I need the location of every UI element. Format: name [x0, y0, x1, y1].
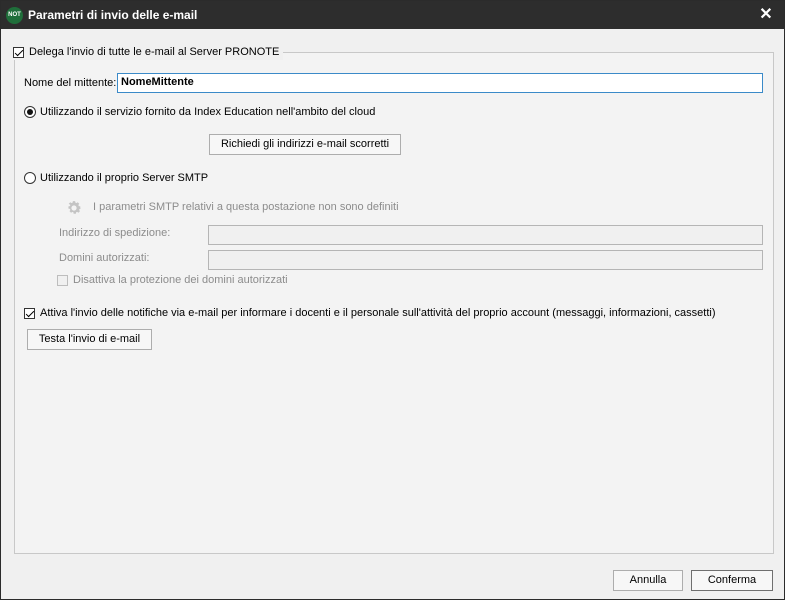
smtp-info-text: I parametri SMTP relativi a questa posta…: [93, 201, 399, 213]
delegate-label: Delega l'invio di tutte le e-mail al Ser…: [29, 46, 280, 58]
window-title: Parametri di invio delle e-mail: [28, 8, 198, 22]
notifications-row[interactable]: Attiva l'invio delle notifiche via e-mai…: [24, 307, 716, 319]
cancel-button[interactable]: Annulla: [613, 570, 683, 591]
sender-name-label: Nome del mittente:: [24, 77, 117, 89]
title-bar: NOT Parametri di invio delle e-mail ✕: [1, 1, 784, 29]
notifications-label: Attiva l'invio delle notifiche via e-mai…: [40, 307, 716, 319]
close-icon[interactable]: ✕: [756, 5, 776, 25]
disable-protection-label: Disattiva la protezione dei domini autor…: [73, 274, 288, 286]
delegate-checkbox-row[interactable]: Delega l'invio di tutte le e-mail al Ser…: [13, 44, 284, 60]
smtp-option-row[interactable]: Utilizzando il proprio Server SMTP: [24, 172, 208, 184]
app-logo-icon: NOT: [6, 7, 23, 24]
smtp-option-label: Utilizzando il proprio Server SMTP: [40, 172, 209, 184]
delegate-groupbox: [14, 52, 774, 554]
cloud-radio[interactable]: [24, 106, 36, 118]
smtp-radio[interactable]: [24, 172, 36, 184]
gear-icon: [68, 201, 82, 214]
cloud-option-label: Utilizzando il servizio fornito da Index…: [40, 106, 376, 118]
delegate-checkbox[interactable]: [13, 46, 24, 58]
sender-name-input[interactable]: NomeMittente: [117, 73, 763, 93]
cloud-option-row[interactable]: Utilizzando il servizio fornito da Index…: [24, 106, 375, 118]
test-email-button[interactable]: Testa l'invio di e-mail: [27, 329, 152, 350]
allowed-domains-label: Domini autorizzati:: [59, 252, 150, 264]
allowed-domains-input[interactable]: [208, 250, 763, 270]
request-wrong-emails-button[interactable]: Richiedi gli indirizzi e-mail scorretti: [209, 134, 401, 155]
sender-address-label: Indirizzo di spedizione:: [59, 227, 171, 239]
dialog-window: NOT Parametri di invio delle e-mail ✕ De…: [0, 0, 785, 600]
confirm-button[interactable]: Conferma: [691, 570, 773, 591]
disable-protection-checkbox[interactable]: [57, 274, 68, 286]
disable-protection-row[interactable]: Disattiva la protezione dei domini autor…: [57, 274, 288, 286]
sender-address-input[interactable]: [208, 225, 763, 245]
notifications-checkbox[interactable]: [24, 307, 35, 319]
